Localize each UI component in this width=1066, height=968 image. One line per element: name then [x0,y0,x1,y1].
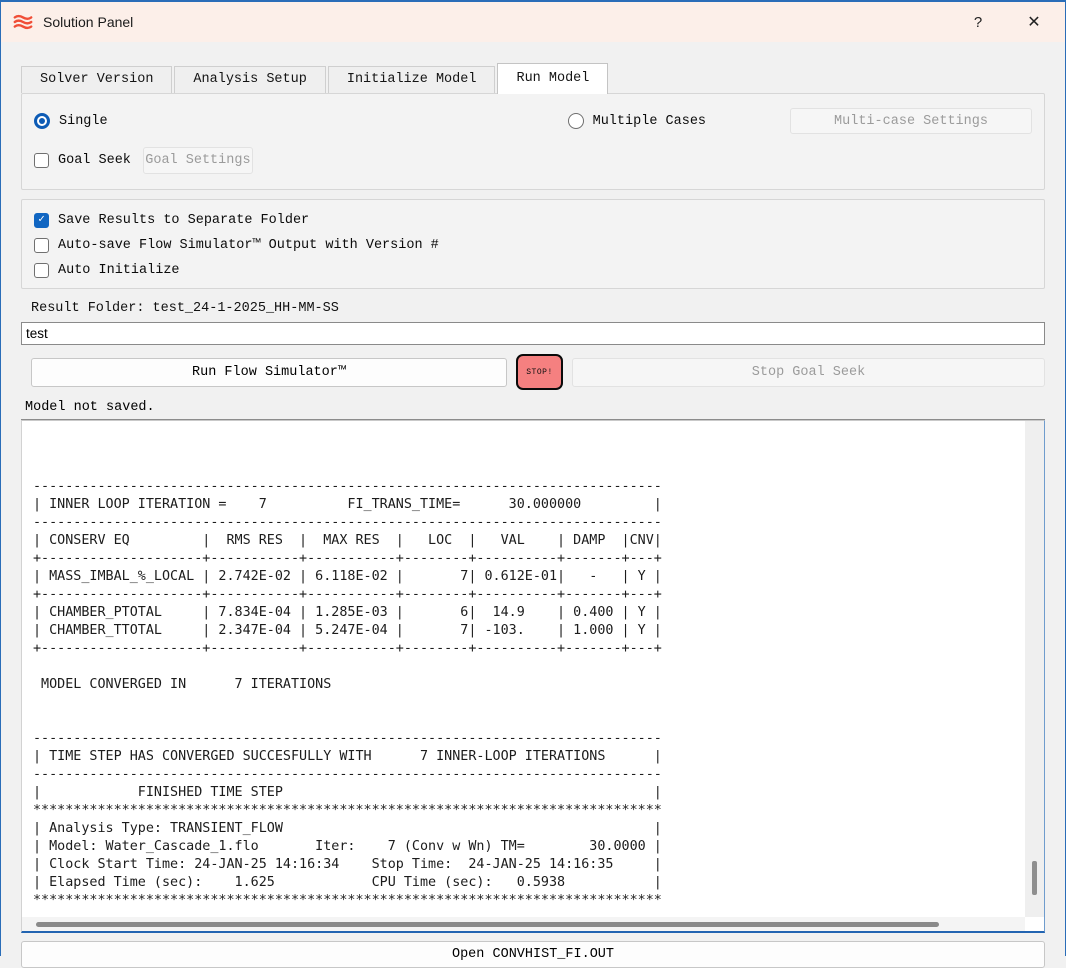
stop-goal-seek-button[interactable]: Stop Goal Seek [572,358,1045,387]
status-text: Model not saved. [21,397,1045,420]
title-bar: Solution Panel ? ✕ [1,2,1065,42]
single-radio-label[interactable]: Single [59,114,108,129]
auto-initialize-checkbox[interactable] [34,263,49,278]
help-icon[interactable]: ? [961,7,995,37]
console-text: ----------------------------------------… [22,421,1044,910]
tab-solver-version[interactable]: Solver Version [21,66,172,93]
flow-simulator-wave-icon [11,10,35,34]
tab-bar: Solver Version Analysis Setup Initialize… [21,62,1045,93]
autosave-checkbox-label[interactable]: Auto-save Flow Simulator™ Output with Ve… [58,238,439,253]
save-results-checkbox-label[interactable]: Save Results to Separate Folder [58,213,309,228]
multiple-cases-radio-label[interactable]: Multiple Cases [593,114,706,129]
result-folder-label: Result Folder: test_24-1-2025_HH-MM-SS [31,301,1045,316]
multi-case-settings-button[interactable]: Multi-case Settings [790,108,1032,134]
horizontal-scrollbar[interactable] [22,917,1025,931]
run-flow-simulator-button[interactable]: Run Flow Simulator™ [31,358,507,387]
single-radio[interactable] [34,113,50,129]
action-button-row: Run Flow Simulator™ STOP! Stop Goal Seek [21,354,1045,390]
options-groupbox: ✓ Save Results to Separate Folder Auto-s… [21,199,1045,289]
vertical-scrollbar-thumb[interactable] [1032,861,1037,895]
window-title: Solution Panel [43,14,133,30]
checkmark-icon: ✓ [38,215,45,226]
autosave-checkbox[interactable] [34,238,49,253]
run-mode-groupbox: Single Multiple Cases Multi-case Setting… [21,93,1045,190]
horizontal-scrollbar-thumb[interactable] [36,922,939,927]
multiple-cases-radio[interactable] [568,113,584,129]
tab-run-model[interactable]: Run Model [497,63,608,94]
save-results-checkbox[interactable]: ✓ [34,213,49,228]
open-convhist-button[interactable]: Open CONVHIST_FI.OUT [21,941,1045,968]
result-folder-input[interactable] [21,322,1045,345]
stop-button[interactable]: STOP! [516,354,563,390]
close-icon[interactable]: ✕ [1017,7,1051,37]
auto-initialize-checkbox-label[interactable]: Auto Initialize [58,263,180,278]
solver-output-console[interactable]: ----------------------------------------… [21,420,1045,933]
goal-seek-checkbox[interactable] [34,153,49,168]
tab-initialize-model[interactable]: Initialize Model [328,66,496,93]
tab-analysis-setup[interactable]: Analysis Setup [174,66,325,93]
goal-seek-checkbox-label[interactable]: Goal Seek [58,153,131,168]
goal-settings-button[interactable]: Goal Settings [143,147,253,174]
vertical-scrollbar[interactable] [1025,421,1044,917]
